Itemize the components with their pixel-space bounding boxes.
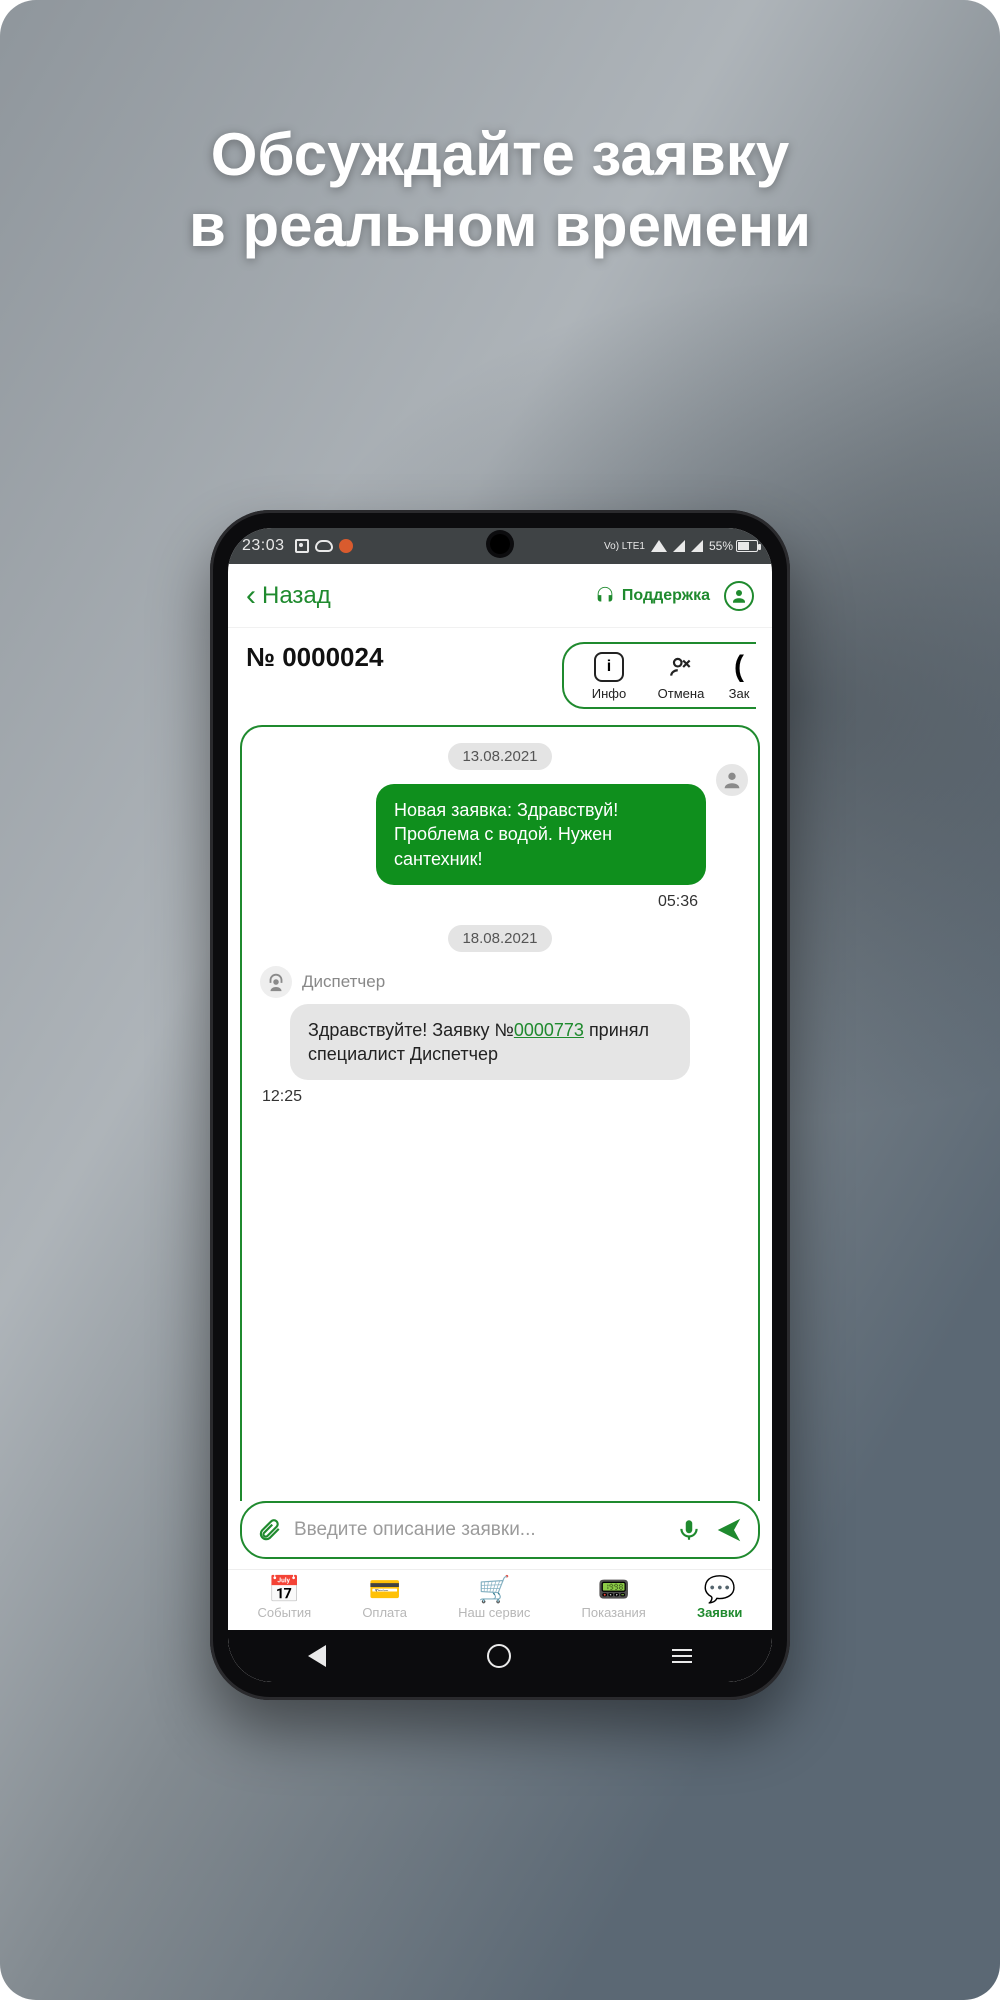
attach-button[interactable]: [256, 1517, 282, 1543]
back-button[interactable]: ‹ Назад: [246, 581, 331, 611]
send-button[interactable]: [714, 1515, 744, 1545]
tab-events[interactable]: 📅 События: [258, 1576, 312, 1620]
message-composer: [240, 1501, 760, 1559]
back-label: Назад: [262, 582, 331, 610]
status-network-label: Vo) LTE1: [604, 541, 645, 552]
chat-thread[interactable]: 13.08.2021 Новая заявка: Здравствуй! Про…: [240, 725, 760, 1501]
msg-in-prefix: Здравствуйте! Заявку №: [308, 1020, 514, 1040]
cart-icon: 🛒: [478, 1576, 510, 1602]
tab-meters-label: Показания: [582, 1605, 646, 1620]
tab-requests-label: Заявки: [697, 1605, 742, 1620]
cloud-icon: [315, 540, 333, 552]
phone-screen: 23:03 Vo) LTE1 55%: [228, 528, 772, 1682]
phone-frame: 23:03 Vo) LTE1 55%: [210, 510, 790, 1700]
cancel-user-icon: [666, 652, 696, 682]
marketing-headline: Обсуждайте заявку в реальном времени: [0, 120, 1000, 262]
tab-service-label: Наш сервис: [458, 1605, 530, 1620]
tab-payment[interactable]: 💳 Оплата: [362, 1576, 407, 1620]
tab-requests[interactable]: 💬 Заявки: [697, 1576, 742, 1620]
headset-icon: [594, 585, 616, 607]
signal-icon-2: [691, 540, 703, 552]
ticket-link[interactable]: 0000773: [514, 1020, 584, 1040]
message-time-out: 05:36: [256, 893, 698, 911]
battery-percent: 55%: [709, 539, 733, 553]
action-info-label: Инфо: [592, 686, 626, 701]
tab-service[interactable]: 🛒 Наш сервис: [458, 1576, 530, 1620]
profile-button[interactable]: [724, 581, 754, 611]
hero-line-1: Обсуждайте заявку: [0, 120, 1000, 191]
tab-meters[interactable]: 📟 Показания: [582, 1576, 646, 1620]
sender-name: Диспетчер: [302, 972, 385, 992]
android-recents-button[interactable]: [672, 1649, 692, 1663]
support-button[interactable]: Поддержка: [594, 585, 710, 607]
wifi-icon: [651, 540, 667, 552]
dispatcher-avatar-icon: [260, 966, 292, 998]
chat-icon: 💬: [703, 1576, 735, 1602]
tab-payment-label: Оплата: [362, 1605, 407, 1620]
date-separator: 13.08.2021: [448, 743, 551, 770]
date-separator-2: 18.08.2021: [448, 925, 551, 952]
app-header: ‹ Назад Поддержка: [228, 564, 772, 628]
action-cancel-label: Отмена: [658, 686, 705, 701]
action-info[interactable]: i Инфо: [578, 652, 640, 701]
notification-dot-icon: [339, 539, 353, 553]
message-outgoing: Новая заявка: Здравствуй! Проблема с вод…: [376, 784, 706, 885]
mic-button[interactable]: [676, 1517, 702, 1543]
ticket-actions: i Инфо Отмена ( Зак: [562, 642, 756, 709]
person-icon: [730, 587, 748, 605]
front-camera-icon: [490, 534, 510, 554]
android-home-button[interactable]: [487, 1644, 511, 1668]
chevron-left-icon: ‹: [246, 581, 256, 611]
message-incoming: Здравствуйте! Заявку №0000773 принял спе…: [290, 1004, 690, 1081]
battery-icon: [736, 540, 758, 552]
support-label: Поддержка: [622, 587, 710, 605]
ticket-number: № 0000024: [246, 642, 383, 673]
meter-icon: 📟: [598, 1576, 630, 1602]
hero-line-2: в реальном времени: [0, 191, 1000, 262]
action-order[interactable]: ( Зак: [722, 652, 756, 701]
message-input[interactable]: [294, 1519, 664, 1541]
phone-icon: (: [724, 652, 754, 682]
status-time: 23:03: [242, 537, 285, 555]
signal-icon: [673, 540, 685, 552]
gallery-icon: [295, 539, 309, 553]
paperclip-icon: [256, 1517, 282, 1543]
send-icon: [714, 1515, 744, 1545]
android-back-button[interactable]: [308, 1645, 326, 1667]
calendar-icon: 📅: [268, 1576, 300, 1602]
bottom-nav: 📅 События 💳 Оплата 🛒 Наш сервис 📟 Показа…: [228, 1569, 772, 1630]
card-icon: 💳: [368, 1576, 400, 1602]
tab-events-label: События: [258, 1605, 312, 1620]
info-icon: i: [594, 652, 624, 682]
android-nav-bar: [228, 1630, 772, 1682]
mic-icon: [676, 1517, 702, 1543]
user-avatar-icon: [714, 762, 750, 798]
message-time-in: 12:25: [262, 1088, 744, 1106]
action-order-label: Зак: [729, 686, 750, 701]
action-cancel[interactable]: Отмена: [650, 652, 712, 701]
